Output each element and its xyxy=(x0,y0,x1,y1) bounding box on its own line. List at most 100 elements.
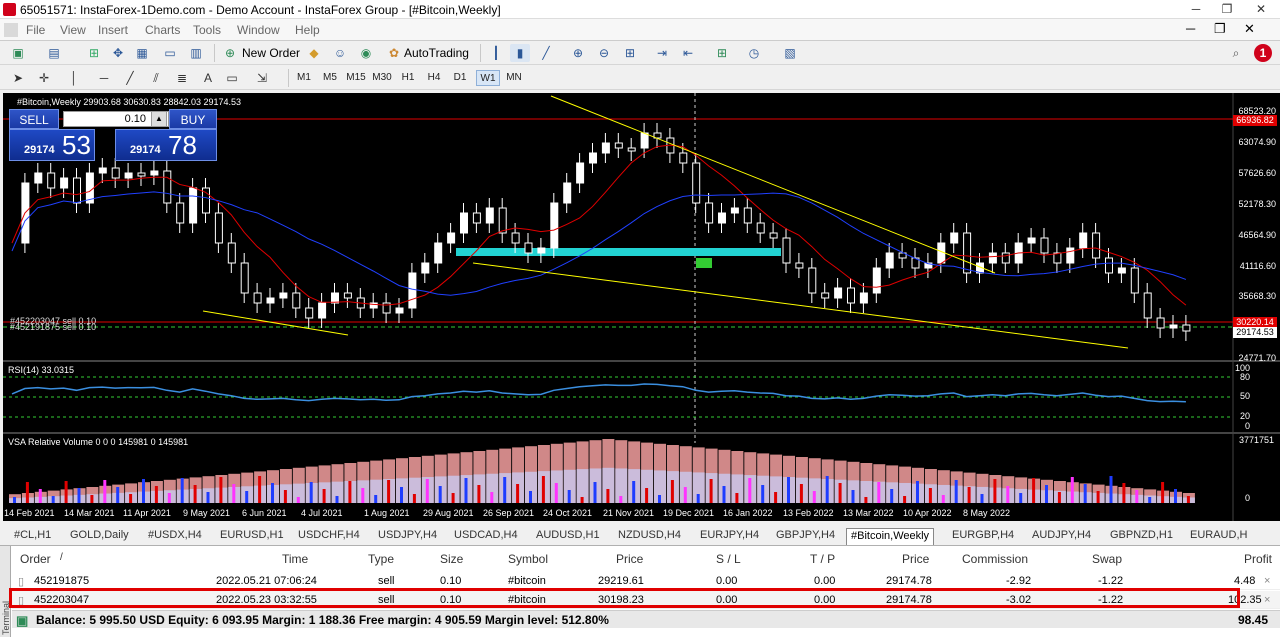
indicators-icon[interactable]: ⊞ xyxy=(712,44,732,62)
notification-badge[interactable]: 1 xyxy=(1254,44,1272,62)
candlestick-icon[interactable]: ▮ xyxy=(510,44,530,62)
price-axis-label: 46564.90 xyxy=(1238,230,1276,240)
tab-audjpy-h4[interactable]: AUDJPY,H4 xyxy=(1028,528,1095,545)
users-icon[interactable]: ☺ xyxy=(330,44,350,62)
tab-gbpjpy-h4[interactable]: GBPJPY,H4 xyxy=(772,528,839,545)
metaeditor-icon[interactable]: ◆ xyxy=(304,44,324,62)
tab-usdjpy-h4[interactable]: USDJPY,H4 xyxy=(374,528,441,545)
menu-view[interactable]: View xyxy=(60,23,86,37)
menu-help[interactable]: Help xyxy=(295,23,320,37)
tab-bitcoin-weekly[interactable]: #Bitcoin,Weekly xyxy=(846,528,935,545)
tab-nzdusd-h4[interactable]: NZDUSD,H4 xyxy=(614,528,685,545)
minimize-button[interactable]: ─ xyxy=(1184,0,1208,18)
inner-close-button[interactable]: ✕ xyxy=(1244,21,1255,37)
col-sl[interactable]: S / L xyxy=(716,552,741,566)
periods-icon[interactable]: ◷ xyxy=(744,44,764,62)
tab-eurusd-h1[interactable]: EURUSD,H1 xyxy=(216,528,288,545)
date-label: 9 May 2021 xyxy=(183,508,231,518)
buy-button[interactable]: BUY xyxy=(169,109,217,129)
col-order[interactable]: Order xyxy=(20,552,51,566)
bar-chart-icon[interactable]: ┃ xyxy=(486,44,506,62)
navigator-icon[interactable]: ✥ xyxy=(108,44,128,62)
timeframe-m30[interactable]: M30 xyxy=(370,70,394,86)
timeframe-m1[interactable]: M1 xyxy=(292,70,316,86)
data-window-icon[interactable]: ▦ xyxy=(132,44,152,62)
channel-icon[interactable]: ⫽ xyxy=(146,69,166,87)
templates-icon[interactable]: ▧ xyxy=(780,44,800,62)
profiles-icon[interactable]: ▤ xyxy=(44,44,64,62)
menu-file[interactable]: File xyxy=(26,23,45,37)
restore-button[interactable]: ❐ xyxy=(1215,0,1239,18)
close-button[interactable]: ✕ xyxy=(1246,0,1276,18)
date-label: 29 Aug 2021 xyxy=(423,508,474,518)
col-swap[interactable]: Swap xyxy=(1092,552,1122,566)
tab-gbpnzd-h1[interactable]: GBPNZD,H1 xyxy=(1106,528,1177,545)
tile-windows-icon[interactable]: ⊞ xyxy=(620,44,640,62)
buy-price[interactable]: 29174 78 xyxy=(115,129,217,161)
tab-usdx-h4[interactable]: #USDX,H4 xyxy=(144,528,206,545)
zoom-in-icon[interactable]: ⊕ xyxy=(568,44,588,62)
col-time[interactable]: Time xyxy=(282,552,308,566)
tab-usdcad-h4[interactable]: USDCAD,H4 xyxy=(450,528,522,545)
col-profit[interactable]: Profit xyxy=(1244,552,1272,566)
strategy-tester-icon[interactable]: ▥ xyxy=(186,44,206,62)
col-size[interactable]: Size xyxy=(440,552,463,566)
menu-tools[interactable]: Tools xyxy=(193,23,221,37)
tab-cl-h1[interactable]: #CL,H1 xyxy=(10,528,55,545)
autotrading-button[interactable]: AutoTrading xyxy=(404,46,469,60)
fibonacci-icon[interactable]: ≣ xyxy=(172,69,192,87)
lot-increase-button[interactable]: ▲ xyxy=(151,111,167,127)
terminal-icon[interactable]: ▭ xyxy=(160,44,180,62)
autotrading-icon[interactable]: ✿ xyxy=(384,44,404,62)
chart-shift-icon[interactable]: ⇥ xyxy=(652,44,672,62)
inner-minimize-button[interactable]: ─ xyxy=(1186,21,1195,36)
vertical-line-icon[interactable]: │ xyxy=(64,69,84,87)
close-order-icon[interactable]: × xyxy=(1264,594,1270,606)
menu-charts[interactable]: Charts xyxy=(145,23,180,37)
new-order-button[interactable]: New Order xyxy=(242,46,300,60)
close-order-icon[interactable]: × xyxy=(1264,575,1270,587)
cursor-icon[interactable]: ➤ xyxy=(8,69,28,87)
sell-button[interactable]: SELL xyxy=(9,109,59,129)
menu-insert[interactable]: Insert xyxy=(98,23,128,37)
search-icon[interactable]: ⌕ xyxy=(1226,44,1246,62)
crosshair-icon[interactable]: ✛ xyxy=(34,69,54,87)
zoom-out-icon[interactable]: ⊖ xyxy=(594,44,614,62)
inner-restore-button[interactable]: ❐ xyxy=(1214,21,1226,37)
timeframe-h1[interactable]: H1 xyxy=(396,70,420,86)
price-chart[interactable]: #Bitcoin,Weekly 29903.68 30630.83 28842.… xyxy=(3,93,1280,521)
new-order-icon[interactable]: ⊕ xyxy=(220,44,240,62)
col-symbol[interactable]: Symbol xyxy=(508,552,548,566)
new-chart-icon[interactable]: ▣ xyxy=(8,44,28,62)
col-tp[interactable]: T / P xyxy=(810,552,835,566)
chart-window-icon[interactable] xyxy=(4,23,18,37)
menu-window[interactable]: Window xyxy=(237,23,280,37)
col-commission[interactable]: Commission xyxy=(962,552,1028,566)
line-chart-icon[interactable]: ╱ xyxy=(536,44,556,62)
timeframe-mn[interactable]: MN xyxy=(502,70,526,86)
tab-eurgbp-h4[interactable]: EURGBP,H4 xyxy=(948,528,1018,545)
timeframe-h4[interactable]: H4 xyxy=(422,70,446,86)
volume-bar xyxy=(980,494,984,503)
timeframe-m5[interactable]: M5 xyxy=(318,70,342,86)
label-icon[interactable]: ▭ xyxy=(222,69,242,87)
market-watch-icon[interactable]: ⊞ xyxy=(84,44,104,62)
arrows-icon[interactable]: ⇲ xyxy=(252,69,272,87)
signals-icon[interactable]: ◉ xyxy=(356,44,376,62)
horizontal-line-icon[interactable]: ─ xyxy=(94,69,114,87)
col-price[interactable]: Price xyxy=(616,552,643,566)
col-type[interactable]: Type xyxy=(368,552,394,566)
sell-price[interactable]: 29174 53 xyxy=(9,129,95,161)
tab-gold-daily[interactable]: GOLD,Daily xyxy=(66,528,133,545)
auto-scroll-icon[interactable]: ⇤ xyxy=(678,44,698,62)
col-current-price[interactable]: Price xyxy=(902,552,929,566)
tab-eurjpy-h4[interactable]: EURJPY,H4 xyxy=(696,528,763,545)
text-icon[interactable]: A xyxy=(198,69,218,87)
timeframe-d1[interactable]: D1 xyxy=(448,70,472,86)
tab-euraud-h[interactable]: EURAUD,H xyxy=(1186,528,1251,545)
tab-audusd-h1[interactable]: AUDUSD,H1 xyxy=(532,528,604,545)
trendline-icon[interactable]: ╱ xyxy=(120,69,140,87)
tab-usdchf-h4[interactable]: USDCHF,H4 xyxy=(294,528,364,545)
timeframe-m15[interactable]: M15 xyxy=(344,70,368,86)
timeframe-w1[interactable]: W1 xyxy=(476,70,500,86)
